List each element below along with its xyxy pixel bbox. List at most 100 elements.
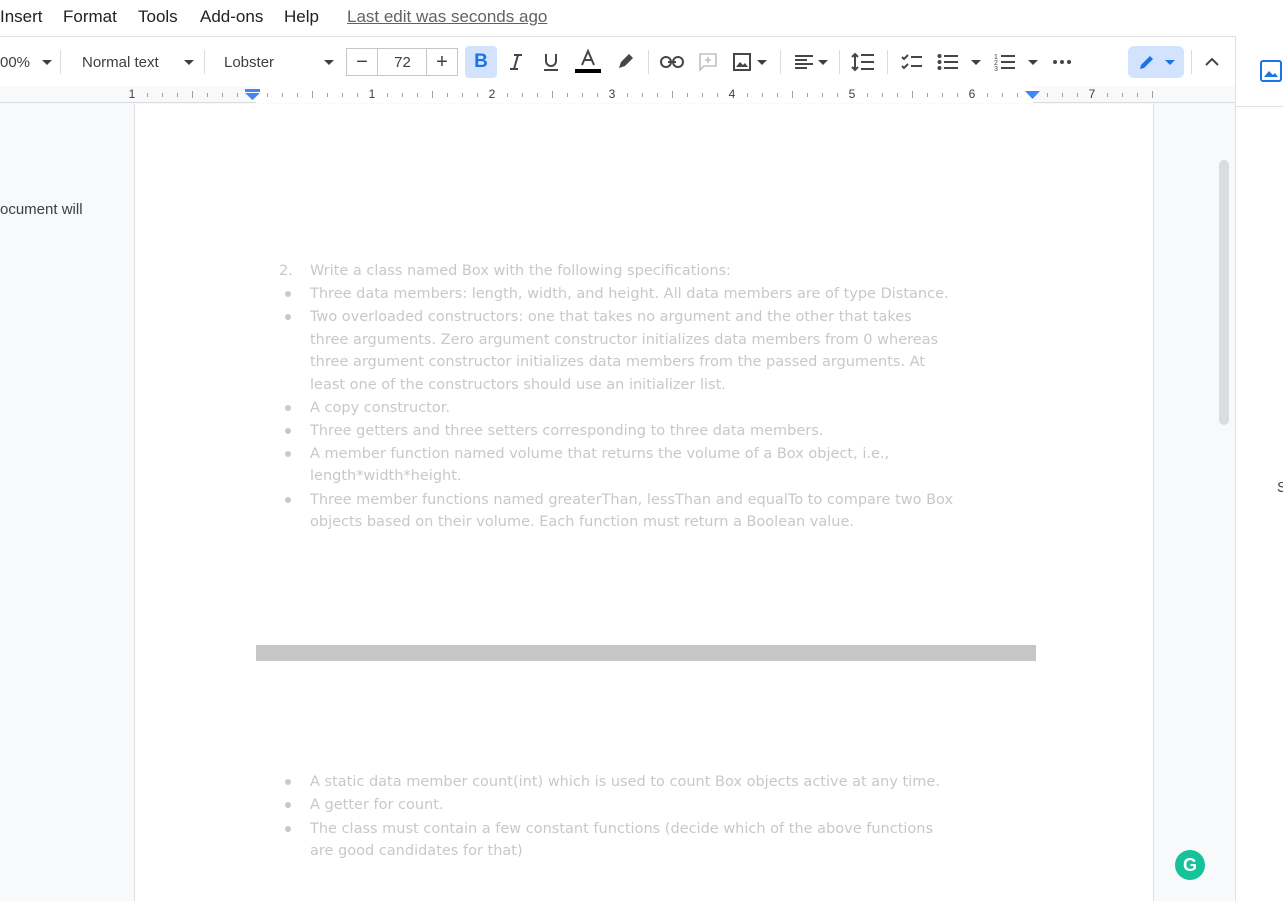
- align-left-icon: [795, 55, 813, 69]
- menu-add-ons[interactable]: Add-ons: [200, 7, 263, 27]
- bullet-icon: [285, 496, 291, 503]
- ruler-tick: [432, 91, 433, 98]
- left-indent-marker-icon[interactable]: [245, 89, 260, 101]
- bullet-icon: [285, 291, 291, 297]
- link-icon[interactable]: [659, 37, 685, 87]
- numbered-list-button[interactable]: 123: [994, 37, 1038, 87]
- list-item-line: Three data members: length, width, and h…: [310, 286, 949, 302]
- italic-icon[interactable]: [503, 37, 529, 87]
- font-select[interactable]: Lobster: [224, 37, 334, 87]
- ruler-tick: [447, 93, 448, 97]
- list-item-line: objects based on their volume. Each func…: [310, 514, 855, 530]
- ruler-tick: [387, 93, 388, 97]
- bold-button[interactable]: B: [465, 46, 497, 78]
- ruler-tick: [957, 93, 958, 97]
- list-item-line: Two overloaded constructors: one that ta…: [310, 309, 912, 326]
- line-spacing-icon[interactable]: [850, 37, 876, 87]
- font-size-input[interactable]: 72: [377, 48, 428, 76]
- increase-font-size-button[interactable]: +: [426, 48, 458, 76]
- list-item-line: length*width*height.: [310, 468, 462, 485]
- bullet-icon: [285, 404, 291, 411]
- menu-bar: Insert Format Tools Add-ons Help Last ed…: [0, 0, 1283, 36]
- list-item-line: three arguments. Zero argument construct…: [310, 331, 939, 348]
- ruler-tick: [687, 93, 688, 97]
- ruler-tick: [807, 93, 808, 97]
- menu-tools[interactable]: Tools: [138, 7, 178, 27]
- scrollbar-thumb[interactable]: [1219, 160, 1229, 425]
- ruler-tick: [867, 93, 868, 97]
- ruler-number: 5: [848, 87, 856, 101]
- chevron-down-icon: [818, 59, 828, 65]
- toolbar: 00% Normal text Lobster − 72 + B 1 2 3: [0, 36, 1235, 86]
- collapse-menus-icon[interactable]: [1200, 37, 1224, 87]
- ruler-tick: [792, 91, 793, 98]
- ruler-tick: [927, 93, 928, 97]
- image-icon[interactable]: [1260, 60, 1282, 82]
- ruler-tick: [507, 93, 508, 97]
- editing-mode-button[interactable]: [1128, 46, 1184, 78]
- ruler-tick: [477, 93, 478, 97]
- svg-text:3: 3: [994, 66, 998, 72]
- bulleted-list-button[interactable]: [936, 37, 982, 87]
- ruler-tick: [222, 93, 223, 97]
- menu-format[interactable]: Format: [63, 7, 117, 27]
- page-break-bar: [256, 645, 1036, 661]
- font-value: Lobster: [224, 53, 275, 71]
- style-value: Normal text: [82, 53, 159, 71]
- ruler-tick: [162, 93, 163, 97]
- decrease-font-size-button[interactable]: −: [346, 48, 378, 76]
- chevron-down-icon: [184, 59, 194, 65]
- bullet-icon: [285, 779, 291, 785]
- ruler-tick: [417, 93, 418, 97]
- toolbar-divider: [839, 50, 840, 74]
- right-indent-marker-icon[interactable]: [1025, 91, 1040, 101]
- ruler-tick: [207, 93, 208, 97]
- ruler-tick: [1137, 93, 1138, 97]
- bulleted-list-icon: [937, 54, 958, 70]
- underline-icon[interactable]: [538, 37, 564, 87]
- menu-help[interactable]: Help: [284, 7, 319, 27]
- ruler-number: 4: [728, 87, 736, 101]
- insert-image-button[interactable]: [730, 37, 770, 87]
- ruler-number: 6: [968, 87, 976, 101]
- highlight-icon[interactable]: [612, 37, 638, 87]
- ruler-tick: [237, 93, 238, 97]
- ruler-tick: [147, 93, 148, 97]
- ruler-tick: [267, 93, 268, 97]
- ruler[interactable]: 1 1 2 3 4 5 6 7: [0, 86, 1235, 103]
- ruler-number: 2: [488, 87, 496, 101]
- toolbar-divider: [887, 50, 888, 74]
- list-item-line: A copy constructor.: [310, 399, 450, 416]
- ruler-tick: [897, 93, 898, 97]
- ruler-tick: [342, 93, 343, 97]
- ruler-tick: [402, 93, 403, 97]
- toolbar-divider: [204, 50, 205, 74]
- ruler-tick: [942, 93, 943, 97]
- ruler-tick: [762, 93, 763, 97]
- toolbar-divider: [1191, 50, 1192, 74]
- chevron-down-icon: [757, 59, 767, 65]
- ruler-tick: [657, 93, 658, 97]
- list-item-line: three argument constructor initializes d…: [310, 354, 926, 371]
- align-button[interactable]: [793, 37, 829, 87]
- last-edit-link[interactable]: Last edit was seconds ago: [347, 7, 547, 27]
- list-item-line: The class must contain a few constant fu…: [310, 820, 934, 837]
- checklist-icon[interactable]: [899, 37, 925, 87]
- ruler-tick: [177, 93, 178, 97]
- more-options-icon[interactable]: [1050, 37, 1074, 87]
- add-comment-icon[interactable]: [695, 37, 721, 87]
- zoom-select[interactable]: 00%: [0, 37, 55, 87]
- style-select[interactable]: Normal text: [82, 37, 194, 87]
- pencil-icon: [1139, 56, 1153, 69]
- ruler-tick: [357, 93, 358, 97]
- menu-insert[interactable]: Insert: [0, 7, 43, 27]
- ruler-tick: [747, 93, 748, 97]
- image-icon: [733, 53, 751, 71]
- list-item-line: A member function named volume that retu…: [310, 445, 890, 462]
- ruler-tick: [597, 93, 598, 97]
- ruler-tick: [987, 93, 988, 97]
- grammarly-icon[interactable]: G: [1175, 850, 1205, 880]
- list-item-line: A static data member count(int) which is…: [310, 774, 940, 790]
- ruler-tick: [282, 93, 283, 97]
- text-color-icon[interactable]: [573, 37, 603, 87]
